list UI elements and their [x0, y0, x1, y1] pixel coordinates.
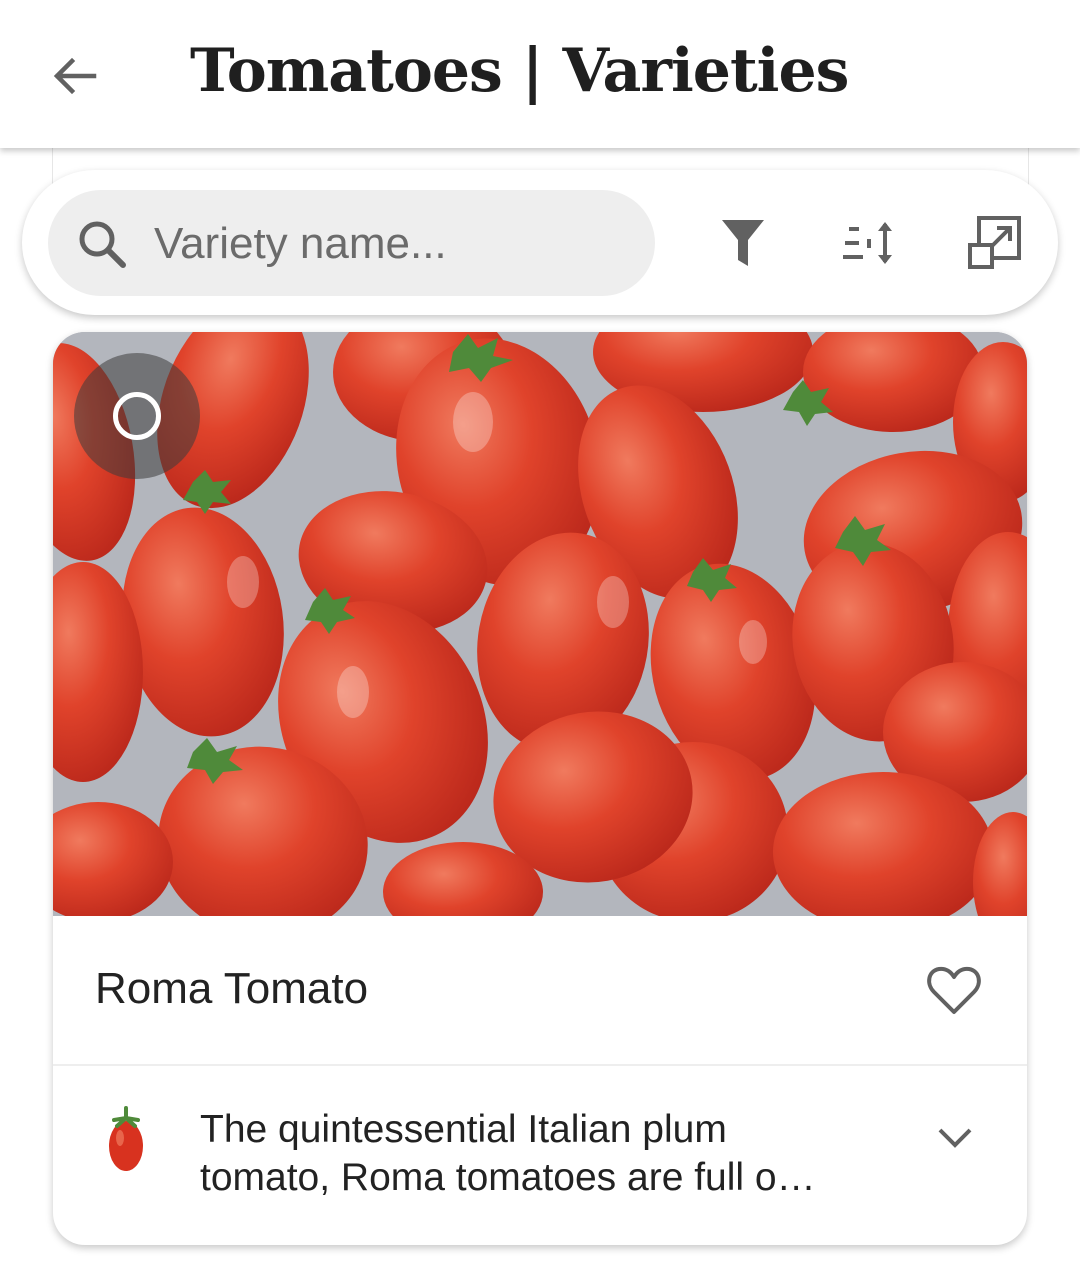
variety-description: The quintessential Italian plum tomato, …: [200, 1108, 816, 1199]
heart-outline-icon: [927, 966, 981, 1014]
search-input[interactable]: [152, 208, 636, 280]
filter-button[interactable]: [708, 208, 778, 278]
expand-description-button[interactable]: [929, 1118, 981, 1158]
search-toolbar: [22, 170, 1058, 315]
filter-icon: [722, 220, 764, 266]
search-icon: [79, 221, 126, 268]
radio-circle-icon: [113, 392, 161, 440]
variety-description-row[interactable]: The quintessential Italian plum tomato, …: [53, 1066, 1027, 1245]
variety-photo[interactable]: [53, 332, 1027, 952]
arrow-left-icon: [53, 57, 97, 95]
app-bar: Tomatoes | Varieties: [0, 0, 1080, 148]
chevron-down-icon: [938, 1128, 972, 1148]
select-toggle[interactable]: [74, 353, 200, 479]
variety-name: Roma Tomato: [95, 964, 369, 1013]
sort-icon: [843, 222, 892, 264]
expand-view-icon: [968, 216, 1021, 269]
variety-name-row: Roma Tomato: [53, 916, 1027, 1066]
sort-button[interactable]: [834, 208, 904, 278]
tomato-icon: [109, 1106, 143, 1171]
page-title: Tomatoes | Varieties: [190, 36, 849, 106]
search-box[interactable]: [48, 190, 655, 296]
expand-view-button[interactable]: [960, 208, 1030, 278]
variety-card[interactable]: Roma Tomato The quintessential Italian p…: [53, 332, 1027, 1245]
favorite-button[interactable]: [921, 958, 987, 1024]
back-button[interactable]: [42, 44, 106, 108]
